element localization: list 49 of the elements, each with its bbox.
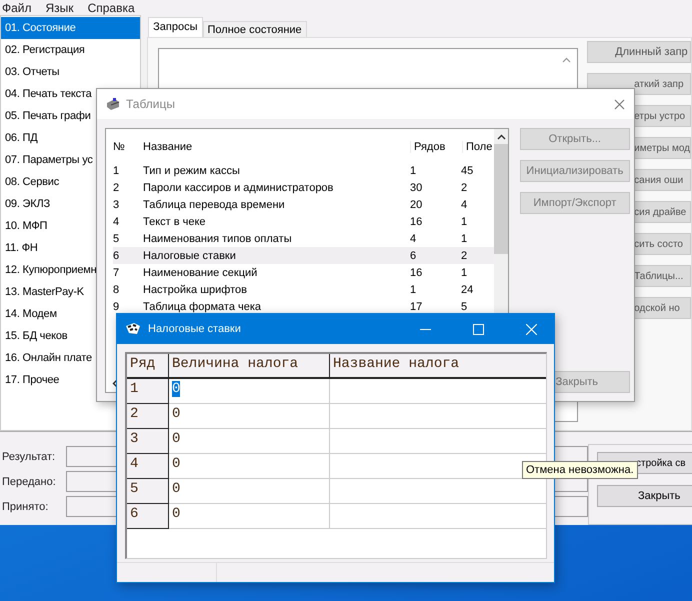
list-row[interactable]: 8 Настройка шрифтов 1 24 — [113, 281, 494, 298]
list-row[interactable]: 7 Наименование секций 16 1 — [113, 264, 494, 281]
list-row[interactable]: 3 Таблица перевода времени 20 4 — [113, 196, 494, 213]
command-button[interactable]: Закрыть — [597, 485, 692, 507]
tooltip: Отмена невозможна. — [522, 461, 638, 479]
command-button[interactable]: Длинный запр — [587, 41, 691, 63]
table-cell[interactable]: 0 — [169, 404, 330, 428]
row-header: 3 — [127, 429, 169, 454]
row-header: 6 — [127, 504, 169, 529]
column-header[interactable]: Рядов — [410, 141, 462, 153]
list-row[interactable]: 4 Текст в чеке 16 1 — [113, 213, 494, 230]
scroll-up-icon[interactable] — [497, 134, 506, 140]
field-label: Принято: — [2, 500, 50, 512]
close-icon[interactable] — [614, 98, 625, 110]
menu-item[interactable]: Справка — [88, 0, 135, 14]
list-row[interactable]: 9 Таблица формата чека 17 5 — [113, 298, 494, 315]
sidebar-item[interactable]: 01. Состояние — [1, 17, 140, 39]
column-header: Величина налога — [169, 354, 330, 377]
table-cell[interactable]: 0 — [169, 454, 330, 478]
scroll-left-icon[interactable] — [112, 379, 118, 388]
table-cell[interactable]: 0 — [169, 479, 330, 503]
tab[interactable]: Запросы — [148, 17, 203, 37]
row-header: 5 — [127, 479, 169, 504]
menu-item[interactable]: Файл — [2, 0, 32, 14]
sidebar-item[interactable]: 02. Регистрация — [1, 39, 140, 61]
column-header[interactable]: Название — [143, 141, 410, 153]
column-header[interactable]: № — [113, 141, 143, 153]
row-header: 2 — [127, 404, 169, 429]
tab[interactable]: Полное состояние — [202, 21, 307, 37]
list-row[interactable]: 5 Наименования типов оплаты 4 1 — [113, 230, 494, 247]
flag-icon — [125, 322, 141, 336]
table-cell[interactable]: 0 — [169, 504, 330, 528]
field-label: Передано: — [2, 476, 57, 488]
window-title: Налоговые ставки — [148, 323, 241, 335]
column-header: Ряд — [127, 354, 169, 377]
row-header: 4 — [127, 454, 169, 479]
sidebar-item[interactable]: 03. Отчеты — [1, 61, 140, 83]
list-row[interactable]: 2 Пароли кассиров и администраторов 30 2 — [113, 179, 494, 196]
menu-item[interactable]: Язык — [46, 0, 74, 14]
field-label: Результат: — [2, 450, 56, 462]
list-row[interactable]: 1 Тип и режим кассы 1 45 — [113, 162, 494, 179]
printer-icon — [105, 97, 121, 111]
list-row[interactable]: 6 Налоговые ставки 6 2 — [113, 247, 494, 264]
maximize-icon[interactable] — [473, 324, 484, 334]
table-cell[interactable]: 0 — [169, 379, 330, 403]
column-header: Название налога — [330, 354, 546, 377]
table-cell[interactable]: 0 — [169, 429, 330, 453]
window-title: Таблицы — [126, 97, 176, 111]
row-header: 1 — [127, 379, 169, 404]
